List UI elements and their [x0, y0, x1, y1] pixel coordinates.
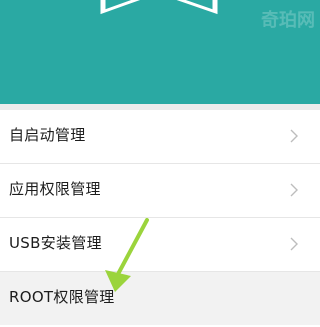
settings-item-autostart[interactable]: 自启动管理	[0, 110, 320, 163]
pointer-arrow-icon	[105, 218, 149, 292]
settings-item-root-permissions[interactable]: ROOT权限管理	[0, 272, 320, 325]
settings-item-label: 自启动管理	[9, 126, 86, 144]
settings-item-app-permissions[interactable]: 应用权限管理	[0, 164, 320, 217]
settings-item-usb-install[interactable]: USB安装管理	[0, 218, 320, 271]
header-banner: 奇珀网	[0, 0, 320, 105]
watermark: 奇珀网	[261, 10, 315, 31]
chevron-right-icon	[290, 129, 298, 143]
settings-item-label: USB安装管理	[9, 234, 102, 252]
settings-item-label: 应用权限管理	[9, 180, 101, 198]
chevron-right-icon	[290, 183, 298, 197]
chevron-right-icon	[290, 237, 298, 251]
settings-list: 自启动管理 应用权限管理 USB安装管理 ROOT权限管理	[0, 104, 320, 325]
